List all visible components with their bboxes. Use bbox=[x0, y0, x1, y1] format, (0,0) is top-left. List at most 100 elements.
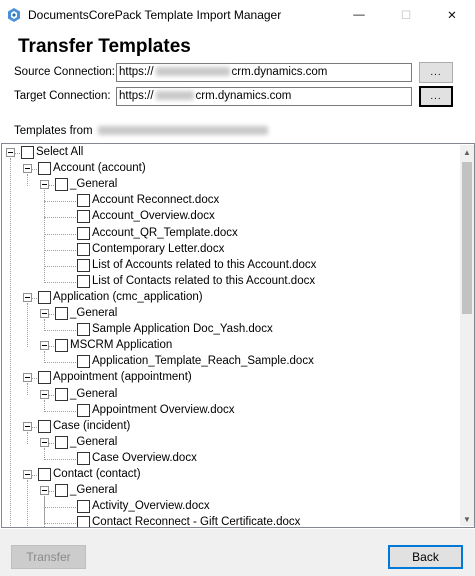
tree-item-label: Application (cmc_application) bbox=[53, 290, 203, 303]
tree-leaf[interactable]: Activity_Overview.docx bbox=[2, 499, 457, 515]
collapse-icon[interactable] bbox=[40, 341, 49, 351]
tree-item-label: Case (incident) bbox=[53, 419, 131, 432]
tree-item-label: Contact Reconnect - Gift Certificate.doc… bbox=[92, 516, 301, 528]
tree-node[interactable]: _General bbox=[2, 387, 457, 403]
collapse-icon[interactable] bbox=[23, 292, 32, 302]
checkbox[interactable] bbox=[55, 339, 68, 353]
tree-item-label: Account (account) bbox=[53, 162, 146, 175]
checkbox[interactable] bbox=[38, 290, 51, 304]
tree-node[interactable]: _General bbox=[2, 306, 457, 322]
target-connection-field[interactable]: https:// crm.dynamics.com bbox=[116, 87, 412, 106]
checkbox[interactable] bbox=[77, 258, 90, 272]
collapse-icon[interactable] bbox=[40, 437, 49, 447]
checkbox[interactable] bbox=[77, 194, 90, 208]
tree-item-label: List of Contacts related to this Account… bbox=[92, 274, 316, 287]
checkbox[interactable] bbox=[38, 371, 51, 385]
tree-leaf[interactable]: Account Reconnect.docx bbox=[2, 193, 457, 209]
template-tree[interactable]: Select All Account (account) _General Accou… bbox=[1, 143, 475, 528]
checkbox[interactable] bbox=[77, 451, 90, 465]
tree-connector bbox=[44, 249, 76, 251]
scroll-up-icon[interactable]: ▲ bbox=[460, 145, 474, 159]
collapse-icon[interactable] bbox=[23, 373, 32, 383]
source-connection-field[interactable]: https:// crm.dynamics.com bbox=[116, 63, 412, 82]
collapse-icon[interactable] bbox=[40, 486, 49, 496]
tree-item-label: Case Overview.docx bbox=[92, 451, 197, 464]
checkbox[interactable] bbox=[77, 516, 90, 527]
tree-connector bbox=[44, 330, 76, 332]
tree-node[interactable]: Application (cmc_application) bbox=[2, 290, 457, 306]
tree-node[interactable]: Account (account) bbox=[2, 161, 457, 177]
tree-leaf[interactable]: Contact Reconnect - Gift Certificate.doc… bbox=[2, 515, 457, 528]
tree-connector bbox=[44, 233, 76, 235]
checkbox[interactable] bbox=[55, 484, 68, 498]
source-browse-button[interactable]: ... bbox=[419, 62, 453, 83]
tree-leaf[interactable]: Account_Overview.docx bbox=[2, 209, 457, 225]
tree-leaf[interactable]: Sample Application Doc_Yash.docx bbox=[2, 322, 457, 338]
checkbox[interactable] bbox=[38, 468, 51, 481]
tree-item-label: _General bbox=[70, 387, 118, 400]
checkbox[interactable] bbox=[38, 419, 51, 433]
tree-select-all[interactable]: Select All bbox=[2, 145, 457, 161]
tree-connector bbox=[49, 491, 54, 493]
tree-node[interactable]: Case (incident) bbox=[2, 419, 457, 435]
tree-node[interactable]: _General bbox=[2, 435, 457, 451]
collapse-icon[interactable] bbox=[40, 309, 49, 318]
collapse-icon[interactable] bbox=[23, 421, 32, 431]
collapse-icon[interactable] bbox=[23, 470, 32, 479]
maximize-button[interactable]: ☐ bbox=[383, 0, 429, 30]
checkbox[interactable] bbox=[77, 355, 90, 369]
tree-leaf[interactable]: Appointment Overview.docx bbox=[2, 403, 457, 419]
tree-connector bbox=[32, 426, 37, 428]
checkbox[interactable] bbox=[77, 226, 90, 240]
tree-node[interactable]: _General bbox=[2, 177, 457, 193]
tree-leaf[interactable]: List of Contacts related to this Account… bbox=[2, 274, 457, 290]
collapse-icon[interactable] bbox=[40, 389, 49, 399]
checkbox[interactable] bbox=[55, 307, 68, 320]
checkbox[interactable] bbox=[55, 178, 68, 192]
source-connection-label: Source Connection: bbox=[14, 66, 116, 78]
checkbox[interactable] bbox=[21, 146, 34, 159]
tree-item-label: Account_QR_Template.docx bbox=[92, 226, 238, 239]
checkbox[interactable] bbox=[77, 500, 90, 514]
tree-node[interactable]: MSCRM Application bbox=[2, 338, 457, 354]
checkbox[interactable] bbox=[77, 242, 90, 256]
tree-item-label: Appointment (appointment) bbox=[53, 371, 192, 384]
tree-node[interactable]: _General bbox=[2, 483, 457, 499]
back-button[interactable]: Back bbox=[388, 545, 463, 569]
vertical-scrollbar[interactable]: ▲ ▼ bbox=[460, 145, 474, 526]
tree-item-label: Contemporary Letter.docx bbox=[92, 242, 225, 255]
tree-leaf[interactable]: Case Overview.docx bbox=[2, 451, 457, 467]
scroll-down-icon[interactable]: ▼ bbox=[460, 512, 474, 526]
checkbox[interactable] bbox=[77, 403, 90, 417]
checkbox[interactable] bbox=[77, 323, 90, 337]
tree-leaf[interactable]: Application_Template_Reach_Sample.docx bbox=[2, 354, 457, 370]
target-browse-button[interactable]: ... bbox=[419, 86, 453, 107]
minimize-button[interactable]: — bbox=[336, 0, 382, 30]
tree-item-label: _General bbox=[70, 307, 118, 319]
transfer-button[interactable]: Transfer bbox=[11, 545, 86, 569]
tree-leaf[interactable]: Contemporary Letter.docx bbox=[2, 242, 457, 258]
tree-connector bbox=[49, 314, 54, 315]
tree-item-label: MSCRM Application bbox=[70, 339, 173, 352]
checkbox[interactable] bbox=[38, 162, 51, 176]
tree-node[interactable]: Contact (contact) bbox=[2, 467, 457, 483]
tree-connector bbox=[44, 201, 76, 203]
checkbox[interactable] bbox=[55, 387, 68, 401]
checkbox[interactable] bbox=[55, 435, 68, 449]
tree-item-label: Activity_Overview.docx bbox=[92, 500, 210, 513]
checkbox[interactable] bbox=[77, 274, 90, 288]
tree-leaf[interactable]: Account_QR_Template.docx bbox=[2, 226, 457, 242]
tree-leaf[interactable]: List of Accounts related to this Account… bbox=[2, 258, 457, 274]
templates-from-label: Templates from bbox=[14, 125, 270, 137]
scrollbar-thumb[interactable] bbox=[462, 162, 472, 314]
collapse-icon[interactable] bbox=[6, 148, 15, 157]
title-bar: DocumentsCorePack Template Import Manage… bbox=[0, 0, 475, 30]
close-button[interactable]: ✕ bbox=[429, 0, 475, 30]
tree-item-label: Application_Template_Reach_Sample.docx bbox=[92, 355, 314, 368]
collapse-icon[interactable] bbox=[40, 180, 49, 190]
tree-connector bbox=[49, 346, 54, 348]
collapse-icon[interactable] bbox=[23, 164, 32, 174]
tree-node[interactable]: Appointment (appointment) bbox=[2, 370, 457, 386]
checkbox[interactable] bbox=[77, 210, 90, 224]
tree-connector bbox=[32, 169, 37, 171]
